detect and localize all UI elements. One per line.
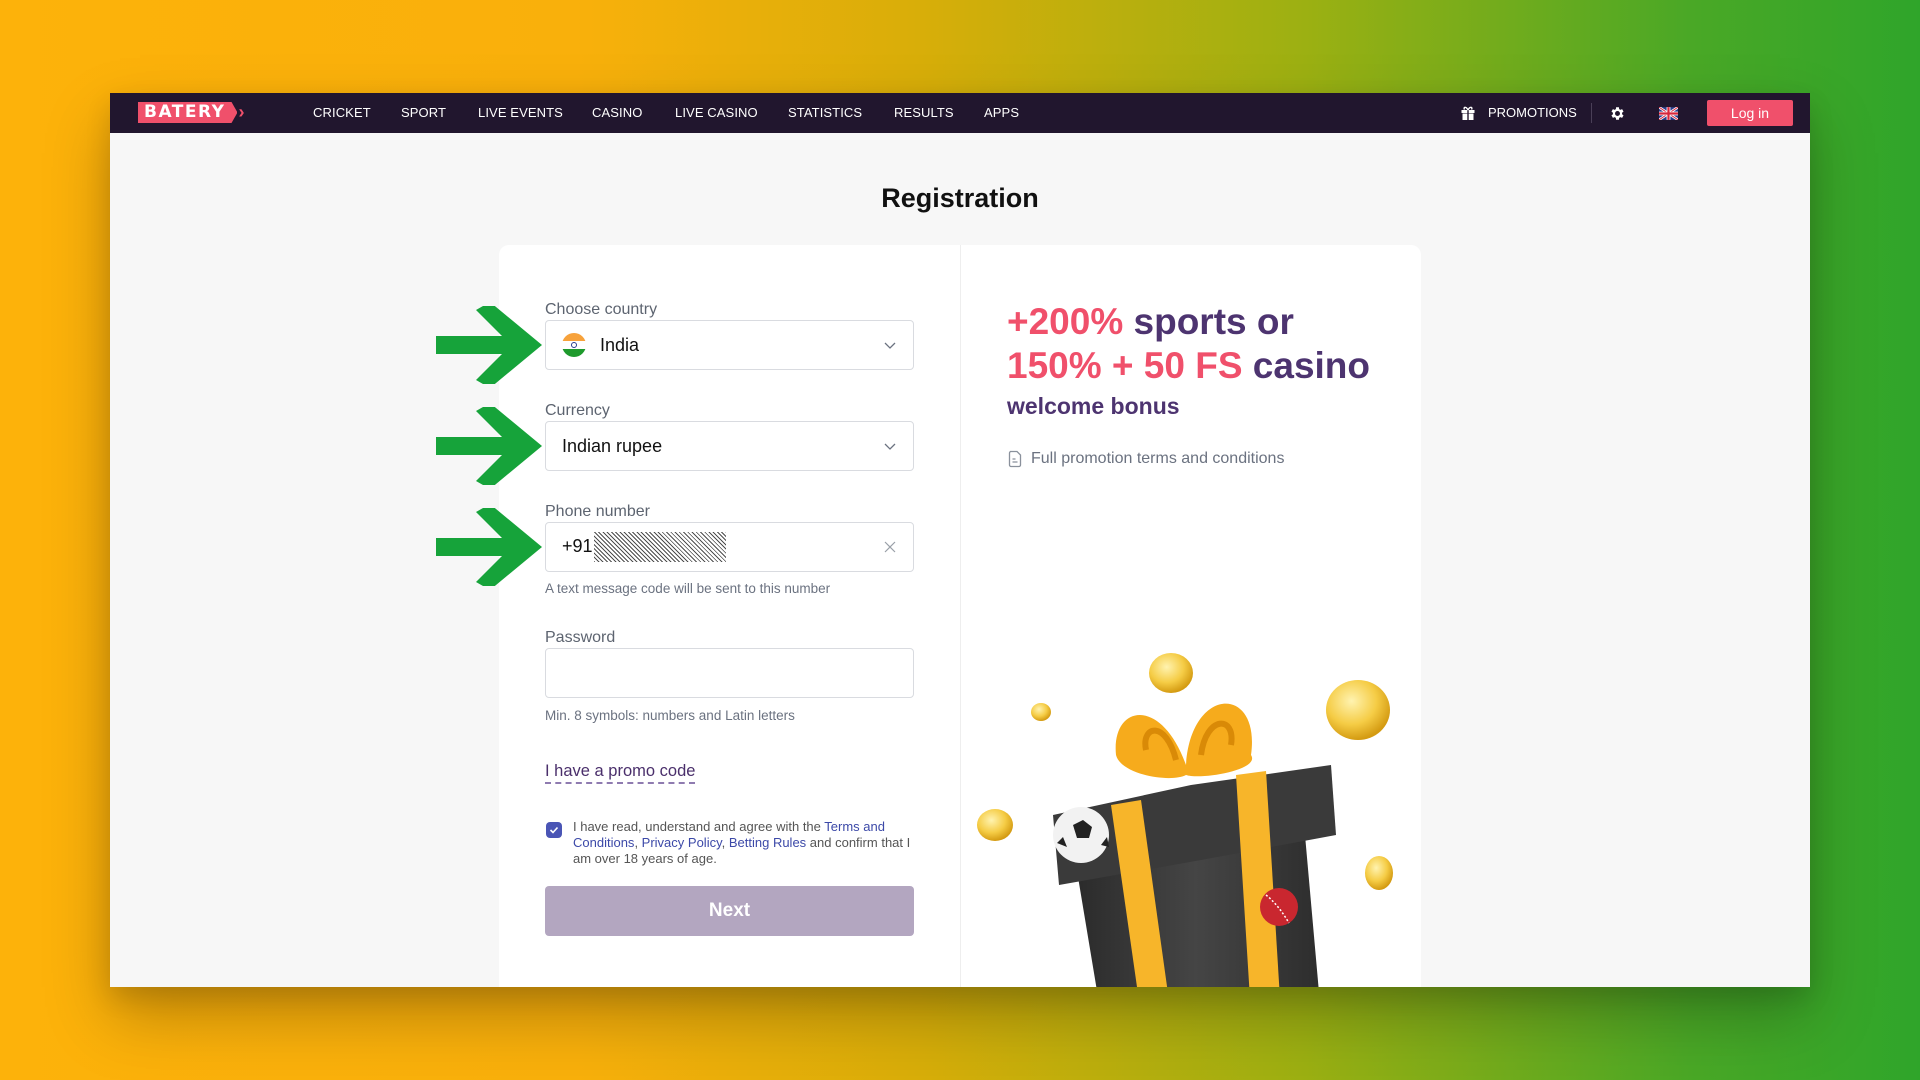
agreement-sep: , (634, 835, 642, 850)
nav-separator (1591, 103, 1592, 123)
logo-text: BATERY (138, 102, 238, 123)
phone-prefix: +91 (562, 535, 593, 556)
password-helper-text: Min. 8 symbols: numbers and Latin letter… (545, 708, 795, 723)
document-icon (1008, 450, 1022, 468)
registration-card: Choose country India Currency Indian rup… (499, 245, 1421, 987)
promotions-link[interactable]: PROMOTIONS (1488, 93, 1577, 133)
phone-helper-text: A text message code will be sent to this… (545, 581, 831, 596)
currency-select[interactable]: Indian rupee (545, 421, 914, 471)
country-select[interactable]: India (545, 320, 914, 370)
uk-flag-icon[interactable] (1659, 107, 1678, 120)
india-flag-icon (562, 333, 586, 357)
promo-code-link[interactable]: I have a promo code (545, 762, 696, 784)
promo-panel: +200% sports or 150% + 50 FS casino welc… (961, 245, 1421, 987)
phone-label: Phone number (545, 503, 650, 520)
currency-value: Indian rupee (562, 435, 663, 456)
coin-icon (1365, 856, 1393, 890)
batery-logo[interactable]: BATERY › (138, 102, 244, 123)
phone-input[interactable]: +91 (545, 522, 914, 572)
nav-item-apps[interactable]: APPS (984, 93, 1019, 133)
football-icon (1053, 807, 1109, 863)
coin-icon (1149, 653, 1193, 693)
logo-chevron-icon: › (238, 102, 245, 122)
country-label: Choose country (545, 301, 658, 318)
check-icon (549, 826, 559, 834)
agreement-sep: , (721, 835, 729, 850)
password-label: Password (545, 629, 616, 646)
clear-icon[interactable] (883, 540, 897, 554)
currency-label: Currency (545, 402, 610, 419)
agreement-text-part: I have read, understand and agree with t… (573, 819, 825, 834)
gift-box-illustration (977, 653, 1393, 987)
promotion-terms-link[interactable]: Full promotion terms and conditions (1007, 450, 1284, 468)
coin-icon (1326, 680, 1390, 740)
top-navbar: BATERY › CRICKET SPORT LIVE EVENTS CASIN… (110, 93, 1810, 133)
redacted-phone-digits (593, 532, 726, 562)
chevron-down-icon (884, 443, 896, 450)
nav-item-casino[interactable]: CASINO (592, 93, 642, 133)
coin-icon (977, 809, 1013, 841)
annotation-arrow-icon (436, 407, 542, 485)
welcome-bonus-text: welcome bonus (1007, 393, 1180, 419)
annotation-arrow-icon (436, 306, 542, 384)
country-value: India (600, 334, 640, 355)
cricket-ball-icon (1260, 888, 1298, 926)
agreement-text: I have read, understand and agree with t… (573, 819, 913, 867)
bonus-sports-percent: +200% (1007, 301, 1124, 342)
next-button[interactable]: Next (545, 886, 914, 936)
bonus-casino-text: casino (1242, 345, 1371, 386)
password-input[interactable] (545, 648, 914, 698)
bonus-headline: +200% sports or 150% + 50 FS casino (1007, 300, 1370, 388)
nav-item-live-events[interactable]: LIVE EVENTS (478, 93, 563, 133)
annotation-arrow-icon (436, 508, 542, 586)
phone-value: +91 (562, 532, 883, 562)
nav-item-cricket[interactable]: CRICKET (313, 93, 371, 133)
chevron-down-icon (884, 342, 896, 349)
agreement-checkbox[interactable] (546, 822, 562, 838)
gear-icon[interactable] (1609, 105, 1626, 122)
page-title: Registration (881, 183, 1039, 213)
bonus-casino-percent: 150% + 50 FS (1007, 345, 1243, 386)
promotion-terms-label: Full promotion terms and conditions (1031, 450, 1285, 467)
nav-item-sport[interactable]: SPORT (401, 93, 446, 133)
login-button[interactable]: Log in (1707, 100, 1793, 126)
betting-rules-link[interactable]: Betting Rules (729, 835, 806, 850)
bonus-sports-text: sports or (1123, 301, 1294, 342)
nav-item-live-casino[interactable]: LIVE CASINO (675, 93, 758, 133)
nav-item-statistics[interactable]: STATISTICS (788, 93, 862, 133)
gift-icon (1461, 106, 1475, 120)
coin-icon (1031, 703, 1051, 721)
browser-window: BATERY › CRICKET SPORT LIVE EVENTS CASIN… (110, 93, 1810, 987)
privacy-policy-link[interactable]: Privacy Policy (642, 835, 722, 850)
nav-item-results[interactable]: RESULTS (894, 93, 954, 133)
